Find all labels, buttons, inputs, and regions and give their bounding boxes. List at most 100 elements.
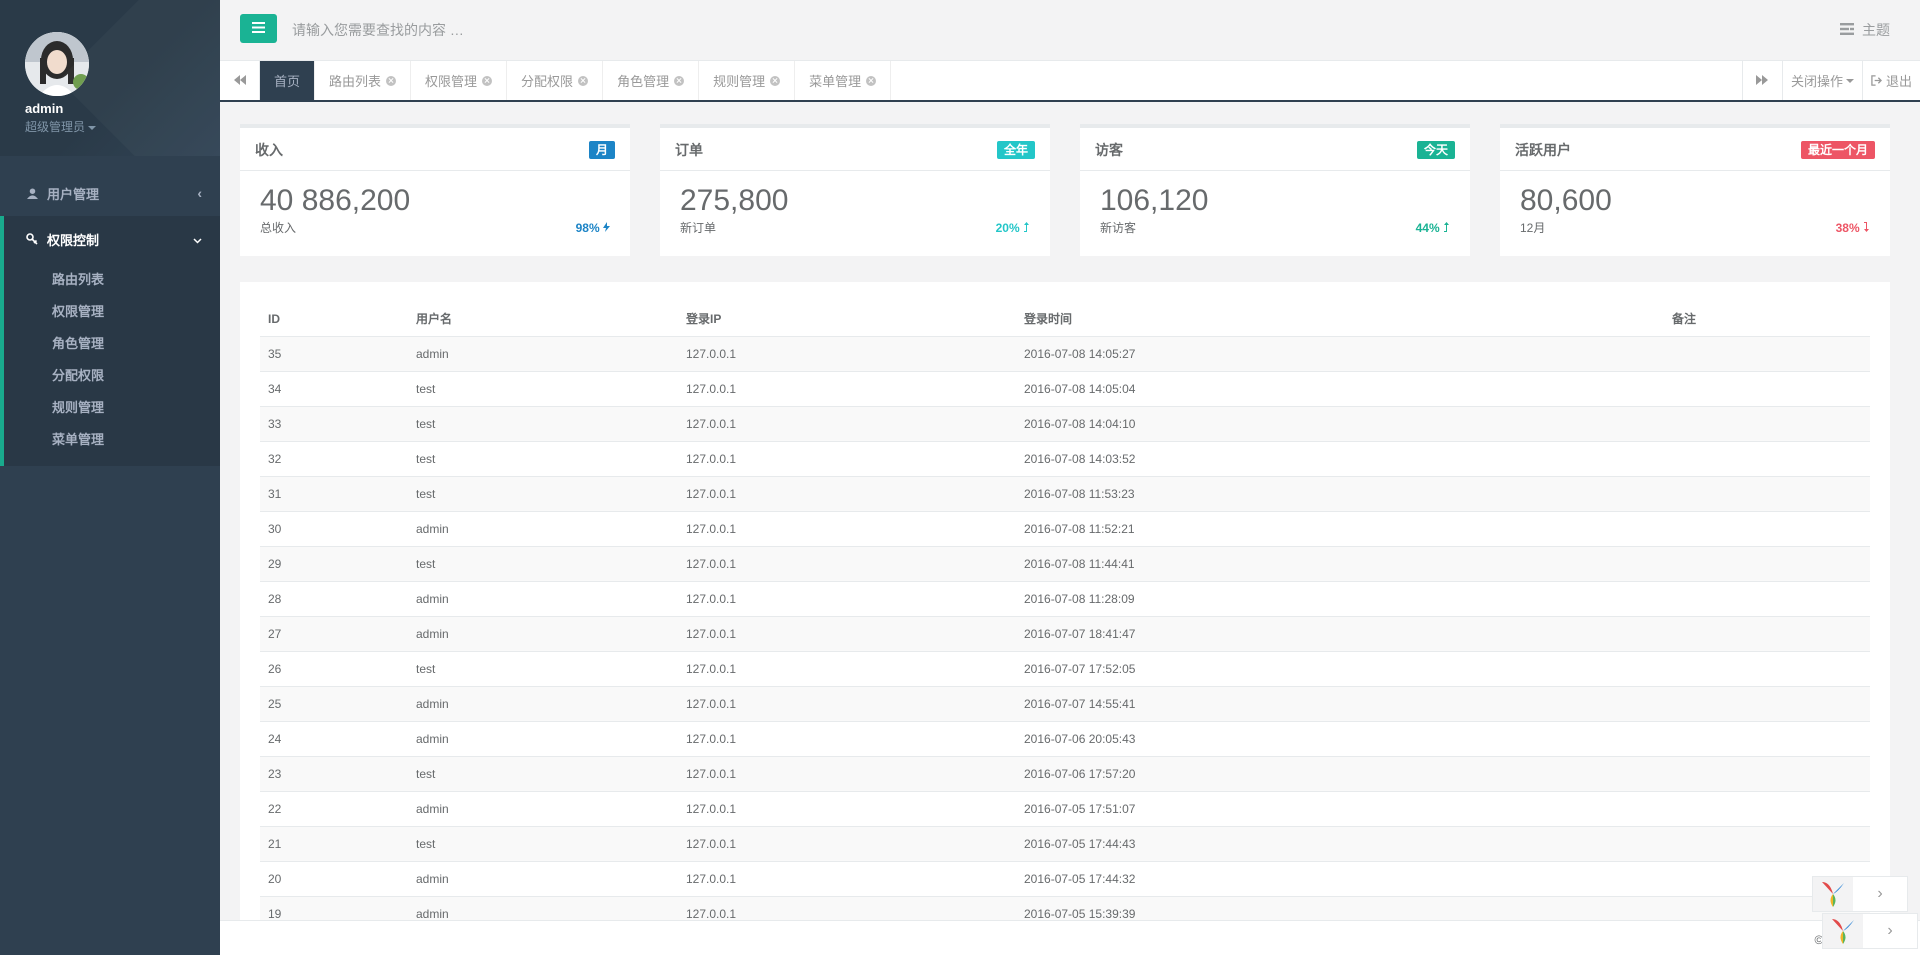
cell-remark [1664, 825, 1870, 861]
login-log-table: ID 用户名 登录IP 登录时间 备注 35 admin 127.0.0.1 2016… [260, 302, 1870, 920]
close-operations-dropdown[interactable]: 关闭操作 [1781, 61, 1862, 100]
cell-username: admin [408, 720, 678, 756]
card-stat: 98% [576, 221, 610, 235]
cell-login-time: 2016-07-07 14:55:41 [1016, 685, 1664, 721]
search-input[interactable] [292, 16, 892, 44]
column-header-remark: 备注 [1664, 302, 1870, 337]
cell-login-ip: 127.0.0.1 [678, 580, 1016, 616]
table-row: 35 admin 127.0.0.1 2016-07-08 14:05:27 [260, 335, 1870, 371]
cell-username: admin [408, 510, 678, 546]
cell-login-ip: 127.0.0.1 [678, 510, 1016, 546]
cell-login-ip: 127.0.0.1 [678, 685, 1016, 721]
sidebar-subitem-route-list[interactable]: 路由列表 [4, 262, 220, 294]
cell-username: admin [408, 580, 678, 616]
cell-id: 30 [260, 510, 408, 546]
login-log-panel: ID 用户名 登录IP 登录时间 备注 35 admin 127.0.0.1 2016… [240, 282, 1890, 920]
sidebar-subitem-permission-management[interactable]: 权限管理 [4, 294, 220, 326]
cell-id: 22 [260, 790, 408, 826]
table-row: 34 test 127.0.0.1 2016-07-08 14:05:04 [260, 370, 1870, 406]
tab-label: 首页 [274, 74, 301, 89]
card-badge: 全年 [996, 141, 1035, 159]
tab-route-list[interactable]: 路由列表 [315, 61, 412, 100]
page-tabs: 首页 路由列表 权限管理 分配权限 角色管理 规则管理 菜单管理 [260, 61, 892, 100]
card-value: 275,800 [680, 184, 789, 217]
chevron-right-icon: › [1877, 885, 1883, 902]
tab-label: 分配权限 [521, 74, 574, 89]
tab-role-management[interactable]: 角色管理 [603, 61, 700, 100]
menu-toggle-button[interactable] [240, 14, 277, 43]
sidebar-subitem-rule-management[interactable]: 规则管理 [4, 390, 220, 422]
yii-logo-icon [1823, 914, 1863, 948]
theme-button[interactable]: 主题 [1840, 20, 1890, 40]
cell-id: 29 [260, 545, 408, 581]
tab-label: 路由列表 [329, 74, 382, 89]
caret-down-icon [88, 125, 97, 130]
cell-login-ip: 127.0.0.1 [678, 545, 1016, 581]
debug-toolbar-widget[interactable]: › [1812, 876, 1908, 912]
close-circle-icon[interactable] [770, 75, 781, 86]
table-row: 33 test 127.0.0.1 2016-07-08 14:04:10 [260, 405, 1870, 441]
cell-login-ip: 127.0.0.1 [678, 825, 1016, 861]
tab-permission-management[interactable]: 权限管理 [411, 61, 508, 100]
close-circle-icon[interactable] [578, 75, 589, 86]
sidebar-item-permission-control[interactable]: 权限控制 [4, 216, 220, 262]
avatar[interactable] [25, 32, 89, 96]
tab-home[interactable]: 首页 [260, 61, 316, 100]
level-down-icon [1863, 221, 1870, 235]
cell-username: admin [408, 685, 678, 721]
table-row: 23 test 127.0.0.1 2016-07-06 17:57:20 [260, 755, 1870, 791]
cell-login-time: 2016-07-07 17:52:05 [1016, 650, 1664, 686]
tab-menu-management[interactable]: 菜单管理 [795, 61, 892, 100]
profile-name: admin [25, 101, 64, 116]
caret-down-icon [1845, 78, 1854, 83]
close-circle-icon[interactable] [866, 75, 877, 86]
table-row: 31 test 127.0.0.1 2016-07-08 11:53:23 [260, 475, 1870, 511]
cell-username: test [408, 755, 678, 791]
card-badge: 月 [588, 141, 615, 159]
table-row: 22 admin 127.0.0.1 2016-07-05 17:51:07 [260, 790, 1870, 826]
sidebar-subitem-menu-management[interactable]: 菜单管理 [4, 422, 220, 454]
cell-login-ip: 127.0.0.1 [678, 440, 1016, 476]
sidebar-subitem-assign-permission[interactable]: 分配权限 [4, 358, 220, 390]
tab-label: 权限管理 [425, 74, 478, 89]
profile-role-dropdown[interactable]: 超级管理员 [25, 118, 196, 135]
cell-login-time: 2016-07-08 11:44:41 [1016, 545, 1664, 581]
card-stat: 44% [1416, 221, 1450, 235]
chevron-down-icon [193, 231, 202, 247]
cell-username: admin [408, 895, 678, 920]
cell-login-ip: 127.0.0.1 [678, 895, 1016, 920]
sign-out-icon [1871, 75, 1882, 86]
tabs-scroll-right-button[interactable] [1741, 61, 1782, 100]
cell-id: 31 [260, 475, 408, 511]
close-circle-icon[interactable] [482, 75, 493, 86]
tab-assign-permission[interactable]: 分配权限 [507, 61, 604, 100]
card-subtitle: 新订单 [680, 221, 717, 235]
cell-login-time: 2016-07-08 11:52:21 [1016, 510, 1664, 546]
column-header-id: ID [260, 302, 408, 337]
debug-toolbar-widget-secondary[interactable]: › [1822, 913, 1918, 949]
cell-remark [1664, 720, 1870, 756]
tabs-scroll-left-button[interactable] [220, 61, 260, 100]
top-navbar: 主题 [220, 0, 1920, 61]
tab-rule-management[interactable]: 规则管理 [699, 61, 796, 100]
cell-remark [1664, 440, 1870, 476]
cell-id: 34 [260, 370, 408, 406]
key-icon [25, 233, 39, 245]
sidebar-item-user-management[interactable]: 用户管理 ‹ [0, 170, 220, 216]
card-body: 275,800 新订单 20% [660, 171, 1050, 236]
stat-card: 收入 月 40 886,200 总收入 98% [240, 124, 630, 256]
sidebar-subitem-role-management[interactable]: 角色管理 [4, 326, 220, 358]
cell-remark [1664, 685, 1870, 721]
cell-remark [1664, 755, 1870, 791]
column-header-login-time: 登录时间 [1016, 302, 1664, 337]
close-circle-icon[interactable] [674, 75, 685, 86]
logout-button[interactable]: 退出 [1861, 61, 1920, 100]
cell-username: test [408, 825, 678, 861]
close-circle-icon[interactable] [386, 75, 397, 86]
cell-remark [1664, 405, 1870, 441]
backward-icon [233, 73, 246, 88]
cell-id: 24 [260, 720, 408, 756]
cell-login-ip: 127.0.0.1 [678, 475, 1016, 511]
card-title: 收入 [255, 142, 283, 158]
bolt-icon [603, 221, 610, 235]
